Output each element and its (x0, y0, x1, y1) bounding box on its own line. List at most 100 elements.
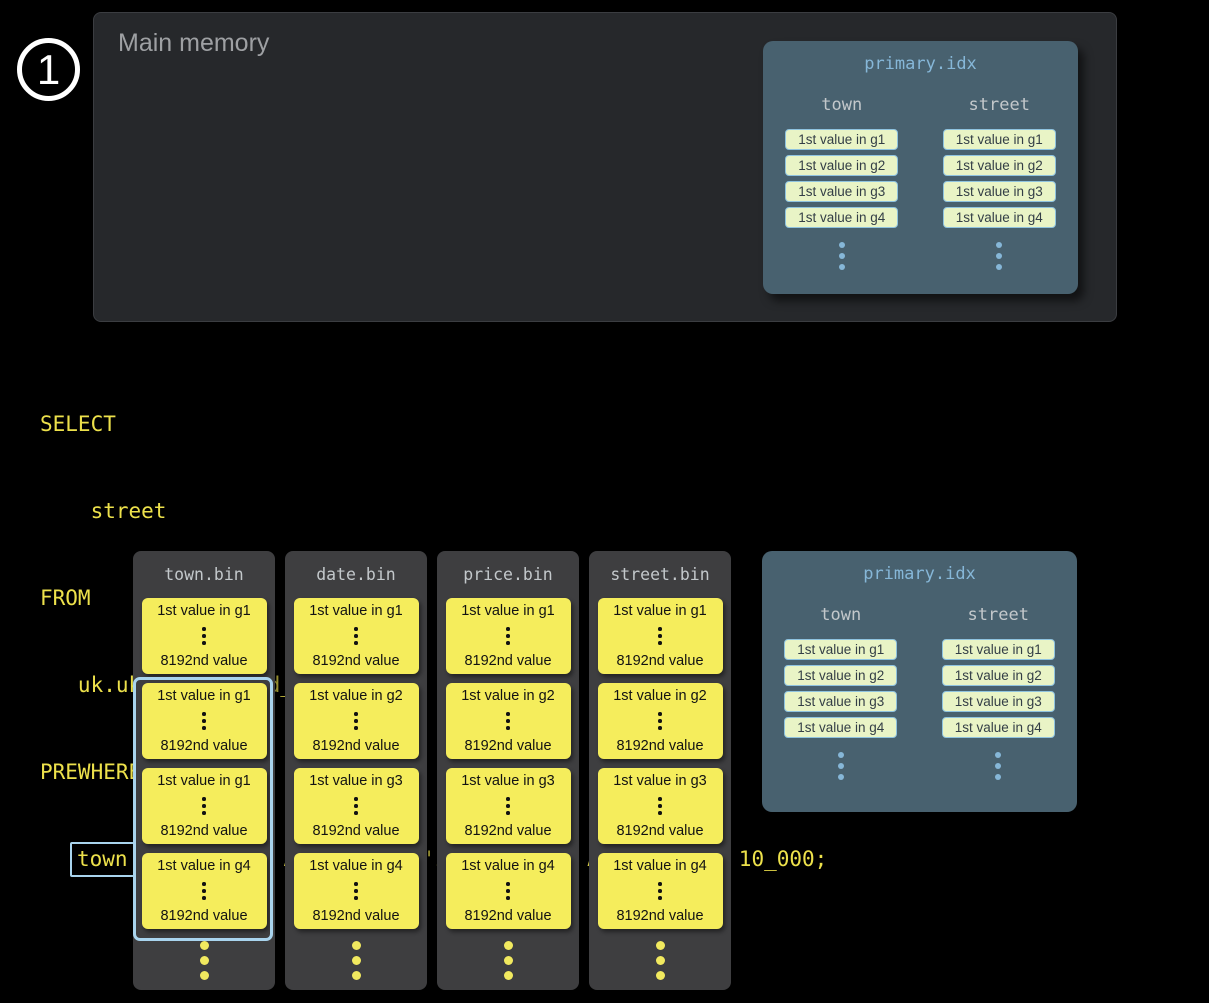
ellipsis-dots (437, 941, 579, 980)
index-column-town: town 1st value in g1 1st value in g2 1st va… (762, 605, 920, 780)
ellipsis-dots (354, 797, 358, 815)
dot-icon (354, 804, 358, 808)
bin-column-title: town.bin (133, 564, 275, 586)
granule-block: 1st value in g1 8192nd value (294, 598, 419, 674)
dot-icon (658, 811, 662, 815)
dot-icon (504, 941, 513, 950)
bin-column-title: price.bin (437, 564, 579, 586)
bin-column-title: street.bin (589, 564, 731, 586)
dot-icon (354, 627, 358, 631)
index-entry-chip: 1st value in g3 (785, 181, 898, 202)
primary-idx-title: primary.idx (763, 54, 1078, 74)
granule-block: 1st value in g48192nd value (142, 853, 267, 929)
dot-icon (995, 752, 1001, 758)
dot-icon (504, 956, 513, 965)
granule-last-value: 8192nd value (312, 653, 399, 669)
granule-block: 1st value in g38192nd value (294, 768, 419, 844)
dot-icon (658, 889, 662, 893)
index-entry-chip: 1st value in g2 (942, 665, 1055, 686)
main-memory-box: Main memory primary.idxtown1st value in … (93, 12, 1117, 322)
granule-block: 1st value in g48192nd value (446, 853, 571, 929)
dot-icon (506, 634, 510, 638)
index-entry-chip: 1st value in g3 (942, 691, 1055, 712)
ellipsis-dots (658, 797, 662, 815)
granule-block: 1st value in g18192nd value (142, 683, 267, 759)
granule-block: 1st value in g28192nd value (294, 683, 419, 759)
primary-idx-title: primary.idx (762, 564, 1077, 584)
dot-icon (506, 719, 510, 723)
dot-icon (352, 941, 361, 950)
ellipsis-dots (285, 941, 427, 980)
dot-icon (656, 941, 665, 950)
dot-icon (354, 797, 358, 801)
dot-icon (354, 719, 358, 723)
dot-icon (658, 896, 662, 900)
dot-icon (202, 726, 206, 730)
index-entry-chip: 1st value in g4 (784, 717, 897, 738)
dot-icon (996, 253, 1002, 259)
ellipsis-dots (589, 941, 731, 980)
ellipsis-dots (506, 627, 510, 645)
granule-first-value: 1st value in g1 (157, 688, 251, 704)
dot-icon (354, 641, 358, 645)
dot-icon (200, 956, 209, 965)
granule-first-value: 1st value in g2 (461, 688, 555, 704)
dot-icon (354, 896, 358, 900)
index-entry-chip: 1st value in g4 (785, 207, 898, 228)
granule-first-value: 1st value in g1 (157, 773, 251, 789)
granule-block: 1st value in g18192nd value (142, 598, 267, 674)
ellipsis-dots (354, 882, 358, 900)
granule-last-value: 8192nd value (464, 908, 551, 924)
granule-first-value: 1st value in g2 (613, 688, 707, 704)
dot-icon (995, 763, 1001, 769)
granule-last-value: 8192nd value (464, 738, 551, 754)
ellipsis-dots (996, 242, 1002, 270)
dot-icon (506, 804, 510, 808)
ellipsis-dots (839, 242, 845, 270)
dot-icon (202, 882, 206, 886)
dot-icon (202, 896, 206, 900)
dot-icon (996, 242, 1002, 248)
granule-last-value: 8192nd value (464, 653, 551, 669)
index-column-header: town (820, 605, 861, 625)
dot-icon (202, 811, 206, 815)
ellipsis-dots (995, 752, 1001, 780)
dot-icon (504, 971, 513, 980)
bin-column-street-bin: street.bin1st value in g18192nd value1st… (589, 551, 731, 990)
dot-icon (354, 889, 358, 893)
index-entry-chip: 1st value in g1 (784, 639, 897, 660)
ellipsis-dots (506, 797, 510, 815)
dot-icon (506, 882, 510, 886)
granule-block: 1st value in g38192nd value (598, 768, 723, 844)
granule-first-value: 1st value in g1 (157, 603, 251, 619)
dot-icon (202, 719, 206, 723)
ellipsis-dots (658, 712, 662, 730)
granule-first-value: 1st value in g3 (613, 773, 707, 789)
dot-icon (656, 956, 665, 965)
index-entry-chip: 1st value in g1 (943, 129, 1056, 150)
dot-icon (202, 804, 206, 808)
dot-icon (658, 719, 662, 723)
index-column-header: street (968, 605, 1029, 625)
primary-idx-panel-top: primary.idxtown1st value in g11st value … (763, 41, 1078, 294)
dot-icon (838, 763, 844, 769)
dot-icon (202, 634, 206, 638)
index-entry-chip: 1st value in g4 (943, 207, 1056, 228)
granule-block: 1st value in g18192nd value (446, 598, 571, 674)
dot-icon (506, 712, 510, 716)
index-entry-chip: 1st value in g2 (784, 665, 897, 686)
index-entry-chip: 1st value in g2 (785, 155, 898, 176)
bin-column-title: date.bin (285, 564, 427, 586)
ellipsis-dots (202, 882, 206, 900)
granule-block: 1st value in g18192nd value (142, 768, 267, 844)
main-memory-title: Main memory (118, 29, 269, 58)
granule-first-value: 1st value in g3 (461, 773, 555, 789)
bin-column-town-bin: town.bin1st value in g18192nd value1st v… (133, 551, 275, 990)
dot-icon (658, 634, 662, 638)
granule-first-value: 1st value in g1 (613, 603, 707, 619)
granule-first-value: 1st value in g1 (309, 603, 403, 619)
dot-icon (839, 253, 845, 259)
dot-icon (838, 774, 844, 780)
granule-block: 1st value in g48192nd value (598, 853, 723, 929)
dot-icon (996, 264, 1002, 270)
